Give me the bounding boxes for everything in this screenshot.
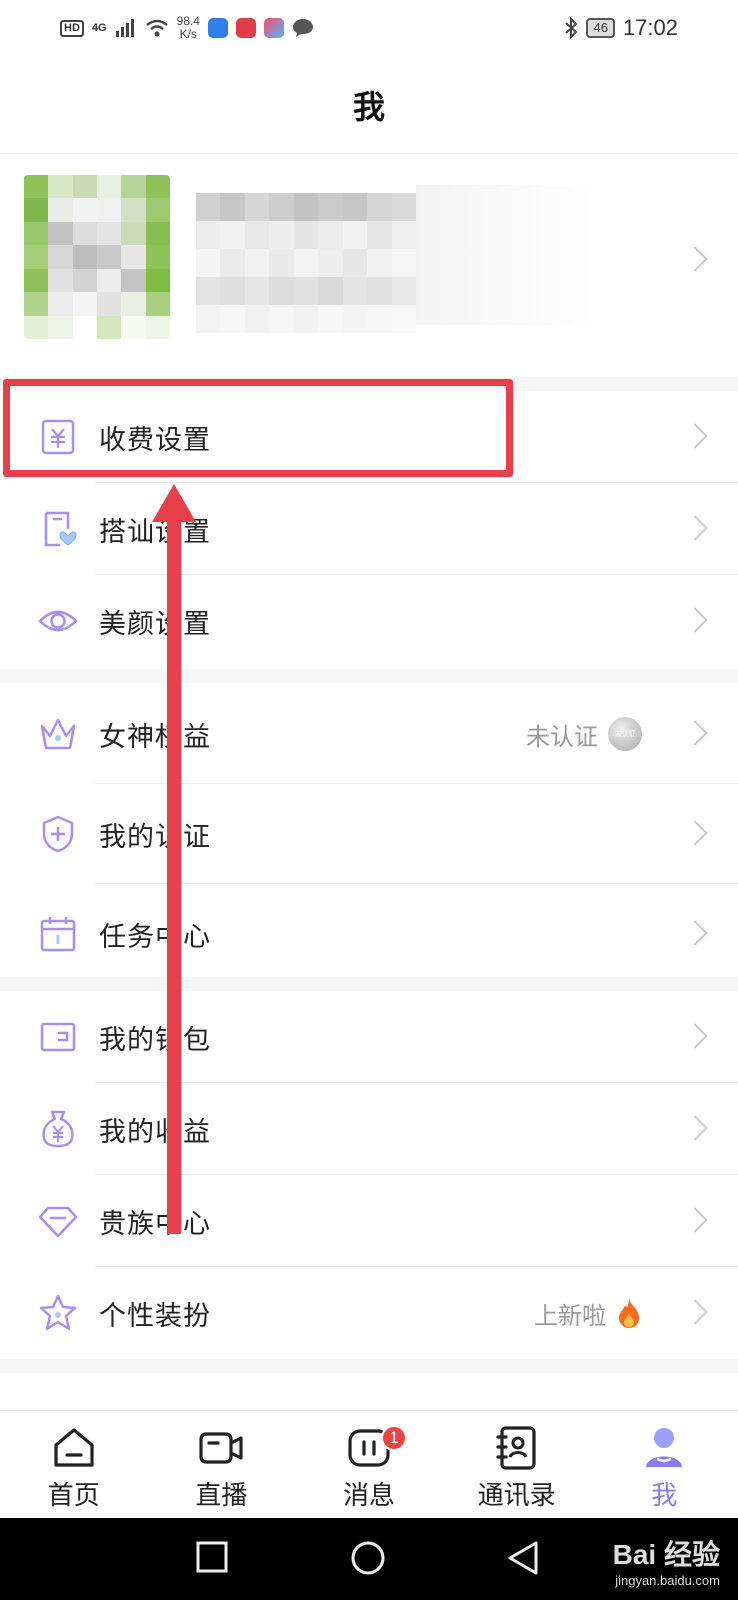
- menu-item-greeting-settings[interactable]: 搭讪设置: [0, 483, 738, 575]
- money-bag-icon: [42, 1110, 74, 1148]
- contacts-icon: [495, 1426, 536, 1470]
- speed-unit: K/s: [179, 27, 197, 41]
- hd-indicator: HD: [60, 19, 84, 37]
- flame-icon: [619, 1299, 639, 1328]
- nav-label: 首页: [47, 1480, 100, 1510]
- nav-home[interactable]: 首页: [0, 1411, 148, 1518]
- clock: 17:02: [622, 15, 678, 40]
- menu-item-label: 贵族中心: [99, 1208, 211, 1239]
- menu-item-label: 美颜设置: [99, 608, 211, 639]
- profile-info-blurred-tail: [416, 185, 596, 325]
- menu-item-goddess-rights[interactable]: 女神权益 未认证 未认证: [0, 684, 738, 784]
- shield-plus-icon: [42, 815, 74, 853]
- nav-messages[interactable]: 1 消息: [295, 1411, 443, 1518]
- system-navigation-bar: Bai 经验 jingyan.baidu.com: [0, 1518, 738, 1600]
- recent-apps-icon[interactable]: [195, 1540, 229, 1574]
- menu-item-my-wallet[interactable]: 我的钱包: [0, 991, 738, 1083]
- status-text: 未认证: [526, 723, 598, 751]
- unread-badge: 1: [380, 1425, 407, 1451]
- chevron-right-icon: [682, 1207, 708, 1233]
- calendar-icon: [40, 917, 76, 952]
- chat-bubble-icon: [292, 19, 313, 37]
- home-icon: [54, 1428, 94, 1467]
- menu-item-label: 女神权益: [99, 721, 211, 752]
- chevron-right-icon: [682, 920, 708, 946]
- menu-item-label: 个性装扮: [99, 1300, 211, 1331]
- profile-card[interactable]: [0, 155, 738, 377]
- menu-item-fee-settings[interactable]: 收费设置: [0, 391, 738, 483]
- chevron-right-icon: [682, 1023, 708, 1049]
- video-camera-icon: [199, 1432, 243, 1464]
- watermark-brand: Bai 经验: [612, 1539, 720, 1570]
- app-notification-icon: [207, 18, 228, 38]
- chevron-right-icon: [682, 515, 708, 541]
- section-gap: [0, 1359, 738, 1373]
- page-title: 我: [352, 88, 385, 125]
- home-button-icon[interactable]: [350, 1540, 386, 1576]
- chevron-right-icon: [682, 1299, 708, 1325]
- crown-icon: [40, 718, 76, 750]
- menu-item-beauty-settings[interactable]: 美颜设置: [0, 575, 738, 667]
- chat-card-icon: [44, 511, 77, 547]
- menu-item-noble-center[interactable]: 贵族中心: [0, 1175, 738, 1267]
- unverified-badge-icon: 未认证: [608, 717, 642, 751]
- avatar[interactable]: [24, 175, 170, 339]
- section-gap: [0, 669, 738, 683]
- nav-label: 通讯录: [477, 1480, 556, 1510]
- status-right: 46 17:02: [564, 15, 678, 41]
- nav-contacts[interactable]: 通讯录: [443, 1411, 591, 1518]
- menu-item-label: 我的收益: [99, 1116, 211, 1147]
- chevron-right-icon: [682, 820, 708, 846]
- verification-status: 未认证 未认证: [526, 717, 642, 752]
- wifi-icon: [145, 19, 168, 37]
- menu-item-label: 我的认证: [99, 821, 211, 852]
- app-notification-icon: [263, 18, 284, 38]
- menu-item-my-earnings[interactable]: 我的收益: [0, 1083, 738, 1175]
- bottom-navigation: 首页 直播 1 消息 通讯录 我: [0, 1410, 738, 1518]
- menu-item-personal-dressup[interactable]: 个性装扮 上新啦: [0, 1267, 738, 1359]
- signal-icon: [115, 19, 134, 37]
- menu-item-partial-hidden[interactable]: [0, 1373, 738, 1413]
- section-gap: [0, 977, 738, 991]
- menu-item-my-verification[interactable]: 我的认证: [0, 784, 738, 884]
- profile-info-blurred: [196, 193, 416, 333]
- network-type: 4G: [91, 22, 107, 34]
- nav-label: 直播: [195, 1480, 248, 1510]
- back-icon[interactable]: [506, 1540, 540, 1576]
- network-speed: 98.4 K/s: [177, 15, 200, 41]
- battery-indicator: 46: [586, 18, 615, 38]
- watermark-url: jingyan.baidu.com: [615, 1573, 720, 1588]
- bluetooth-icon: [565, 17, 578, 39]
- eye-icon: [38, 610, 78, 632]
- menu-item-task-center[interactable]: 任务中心: [0, 884, 738, 984]
- menu-item-label: 任务中心: [99, 921, 211, 952]
- chevron-right-icon: [682, 720, 708, 746]
- status-bar: HD 4G 98.4 K/s 46 17:02: [0, 0, 738, 56]
- menu-item-label: 搭讪设置: [99, 516, 211, 547]
- nav-label: 我: [651, 1480, 678, 1510]
- chevron-right-icon: [682, 423, 708, 449]
- chevron-right-icon: [682, 607, 708, 633]
- nav-me[interactable]: 我: [590, 1411, 738, 1518]
- app-notification-icon: [235, 18, 256, 38]
- menu-item-label: 收费设置: [99, 424, 211, 455]
- profile-icon: [646, 1428, 683, 1467]
- new-arrival-tag: 上新啦: [534, 1296, 642, 1331]
- chevron-right-icon: [682, 246, 708, 272]
- status-left: HD 4G 98.4 K/s: [60, 15, 314, 41]
- diamond-icon: [38, 1206, 78, 1238]
- page-header: 我: [0, 56, 738, 154]
- tag-text: 上新啦: [534, 1302, 606, 1330]
- fee-icon: [41, 419, 75, 455]
- menu-item-label: 我的钱包: [99, 1024, 211, 1055]
- wallet-icon: [40, 1022, 76, 1052]
- baidu-watermark: Bai 经验 jingyan.baidu.com: [613, 1533, 720, 1588]
- chevron-right-icon: [682, 1115, 708, 1141]
- star-icon: [39, 1294, 77, 1331]
- section-gap: [0, 377, 738, 391]
- nav-live[interactable]: 直播: [148, 1411, 296, 1518]
- nav-label: 消息: [342, 1480, 395, 1510]
